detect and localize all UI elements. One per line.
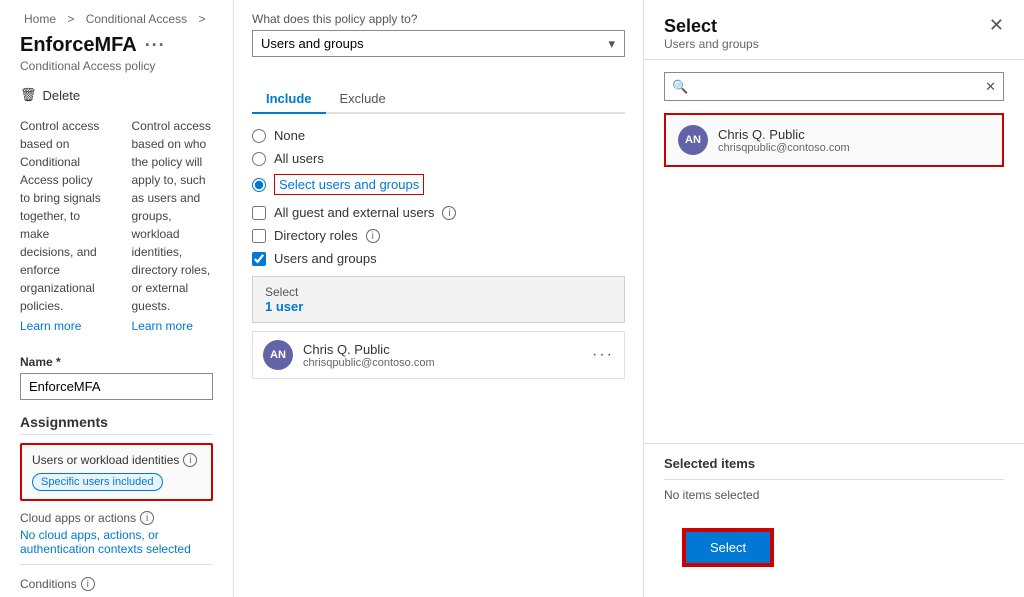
avatar: AN bbox=[263, 340, 293, 370]
result-user-info: Chris Q. Public chrisqpublic@contoso.com bbox=[718, 127, 990, 154]
conditions-label: Conditions i bbox=[20, 577, 213, 591]
breadcrumb-sep1: > bbox=[67, 12, 74, 26]
specific-users-tag[interactable]: Specific users included bbox=[32, 473, 163, 491]
spacer bbox=[644, 179, 1024, 443]
search-input[interactable] bbox=[664, 72, 1004, 101]
select-panel-subtitle: Users and groups bbox=[664, 37, 759, 51]
search-result: AN Chris Q. Public chrisqpublic@contoso.… bbox=[664, 113, 1004, 167]
conditions-section: Conditions i 0 conditions selected bbox=[20, 577, 213, 597]
breadcrumb-home[interactable]: Home bbox=[24, 12, 56, 26]
select-box: Select 1 user bbox=[252, 276, 625, 323]
breadcrumb-conditional-access[interactable]: Conditional Access bbox=[86, 12, 187, 26]
select-box-label: Select bbox=[265, 285, 612, 299]
users-workload-label: Users or workload identities i bbox=[32, 453, 201, 467]
policy-target-dropdown[interactable]: Users and groups bbox=[252, 30, 625, 57]
no-items-label: No items selected bbox=[664, 488, 1004, 502]
directory-info-icon[interactable]: i bbox=[366, 229, 380, 243]
description-area: Control access based on Conditional Acce… bbox=[20, 117, 213, 337]
users-info-icon[interactable]: i bbox=[183, 453, 197, 467]
radio-select-users[interactable]: Select users and groups bbox=[252, 174, 625, 195]
select-action-button[interactable]: Select bbox=[684, 530, 772, 565]
desc-left: Control access based on Conditional Acce… bbox=[20, 117, 102, 337]
cloud-apps-label: Cloud apps or actions i bbox=[20, 511, 213, 525]
cloud-apps-info-icon[interactable]: i bbox=[140, 511, 154, 525]
clear-search-icon[interactable]: ✕ bbox=[985, 79, 996, 95]
guest-info-icon[interactable]: i bbox=[442, 206, 456, 220]
left-panel: Home > Conditional Access > EnforceMFA ·… bbox=[0, 0, 234, 597]
breadcrumb: Home > Conditional Access > bbox=[20, 12, 213, 26]
include-exclude-tabs: Include Exclude bbox=[252, 85, 625, 114]
what-label: What does this policy apply to? bbox=[252, 12, 625, 26]
policy-target-dropdown-wrapper: Users and groups bbox=[252, 30, 625, 71]
more-options-icon[interactable]: ··· bbox=[145, 35, 166, 56]
select-panel-header: Select Users and groups ✕ bbox=[644, 0, 1024, 60]
select-panel-titles: Select Users and groups bbox=[664, 16, 759, 51]
page-title: EnforceMFA ··· bbox=[20, 34, 213, 57]
trash-icon: 🗑 bbox=[20, 87, 37, 103]
checkbox-directory[interactable]: Directory roles i bbox=[252, 228, 625, 243]
select-action-area: Select bbox=[644, 514, 1024, 597]
conditions-info-icon[interactable]: i bbox=[81, 577, 95, 591]
desc-right: Control access based on who the policy w… bbox=[132, 117, 214, 337]
user-list-item: AN Chris Q. Public chrisqpublic@contoso.… bbox=[252, 331, 625, 379]
checkbox-group: All guest and external users i Directory… bbox=[252, 205, 625, 266]
more-icon[interactable]: ··· bbox=[592, 346, 614, 364]
search-box: 🔍 ✕ bbox=[664, 72, 1004, 101]
name-input[interactable] bbox=[20, 373, 213, 400]
select-panel: Select Users and groups ✕ 🔍 ✕ AN Chris Q… bbox=[644, 0, 1024, 597]
user-email: chrisqpublic@contoso.com bbox=[303, 357, 582, 369]
name-label: Name * bbox=[20, 355, 213, 369]
selected-items-divider bbox=[664, 479, 1004, 480]
cloud-apps-section: Cloud apps or actions i No cloud apps, a… bbox=[20, 511, 213, 565]
selected-items-section: Selected items No items selected bbox=[644, 443, 1024, 514]
result-avatar: AN bbox=[678, 125, 708, 155]
result-user-name: Chris Q. Public bbox=[718, 127, 990, 142]
checkbox-guest[interactable]: All guest and external users i bbox=[252, 205, 625, 220]
learn-more-right[interactable]: Learn more bbox=[132, 317, 214, 335]
select-box-value[interactable]: 1 user bbox=[265, 299, 612, 314]
close-button[interactable]: ✕ bbox=[989, 16, 1004, 34]
select-panel-title: Select bbox=[664, 16, 759, 37]
radio-group: None All users Select users and groups bbox=[252, 128, 625, 195]
tab-include[interactable]: Include bbox=[252, 85, 326, 114]
selected-items-title: Selected items bbox=[664, 456, 1004, 471]
user-info: Chris Q. Public chrisqpublic@contoso.com bbox=[303, 342, 582, 369]
cloud-apps-link[interactable]: No cloud apps, actions, or authenticatio… bbox=[20, 528, 213, 556]
learn-more-left[interactable]: Learn more bbox=[20, 317, 102, 335]
tab-exclude[interactable]: Exclude bbox=[326, 85, 400, 112]
users-workload-box: Users or workload identities i Specific … bbox=[20, 443, 213, 501]
middle-panel: What does this policy apply to? Users an… bbox=[234, 0, 644, 597]
search-result-item[interactable]: AN Chris Q. Public chrisqpublic@contoso.… bbox=[664, 113, 1004, 167]
search-icon: 🔍 bbox=[672, 79, 688, 95]
assignments-title: Assignments bbox=[20, 414, 213, 435]
breadcrumb-sep2: > bbox=[198, 12, 205, 26]
page-subtitle: Conditional Access policy bbox=[20, 59, 213, 73]
radio-none[interactable]: None bbox=[252, 128, 625, 143]
result-user-email: chrisqpublic@contoso.com bbox=[718, 142, 990, 154]
user-name: Chris Q. Public bbox=[303, 342, 582, 357]
delete-button[interactable]: 🗑 Delete bbox=[20, 87, 80, 103]
radio-all-users[interactable]: All users bbox=[252, 151, 625, 166]
checkbox-users-groups[interactable]: Users and groups bbox=[252, 251, 625, 266]
